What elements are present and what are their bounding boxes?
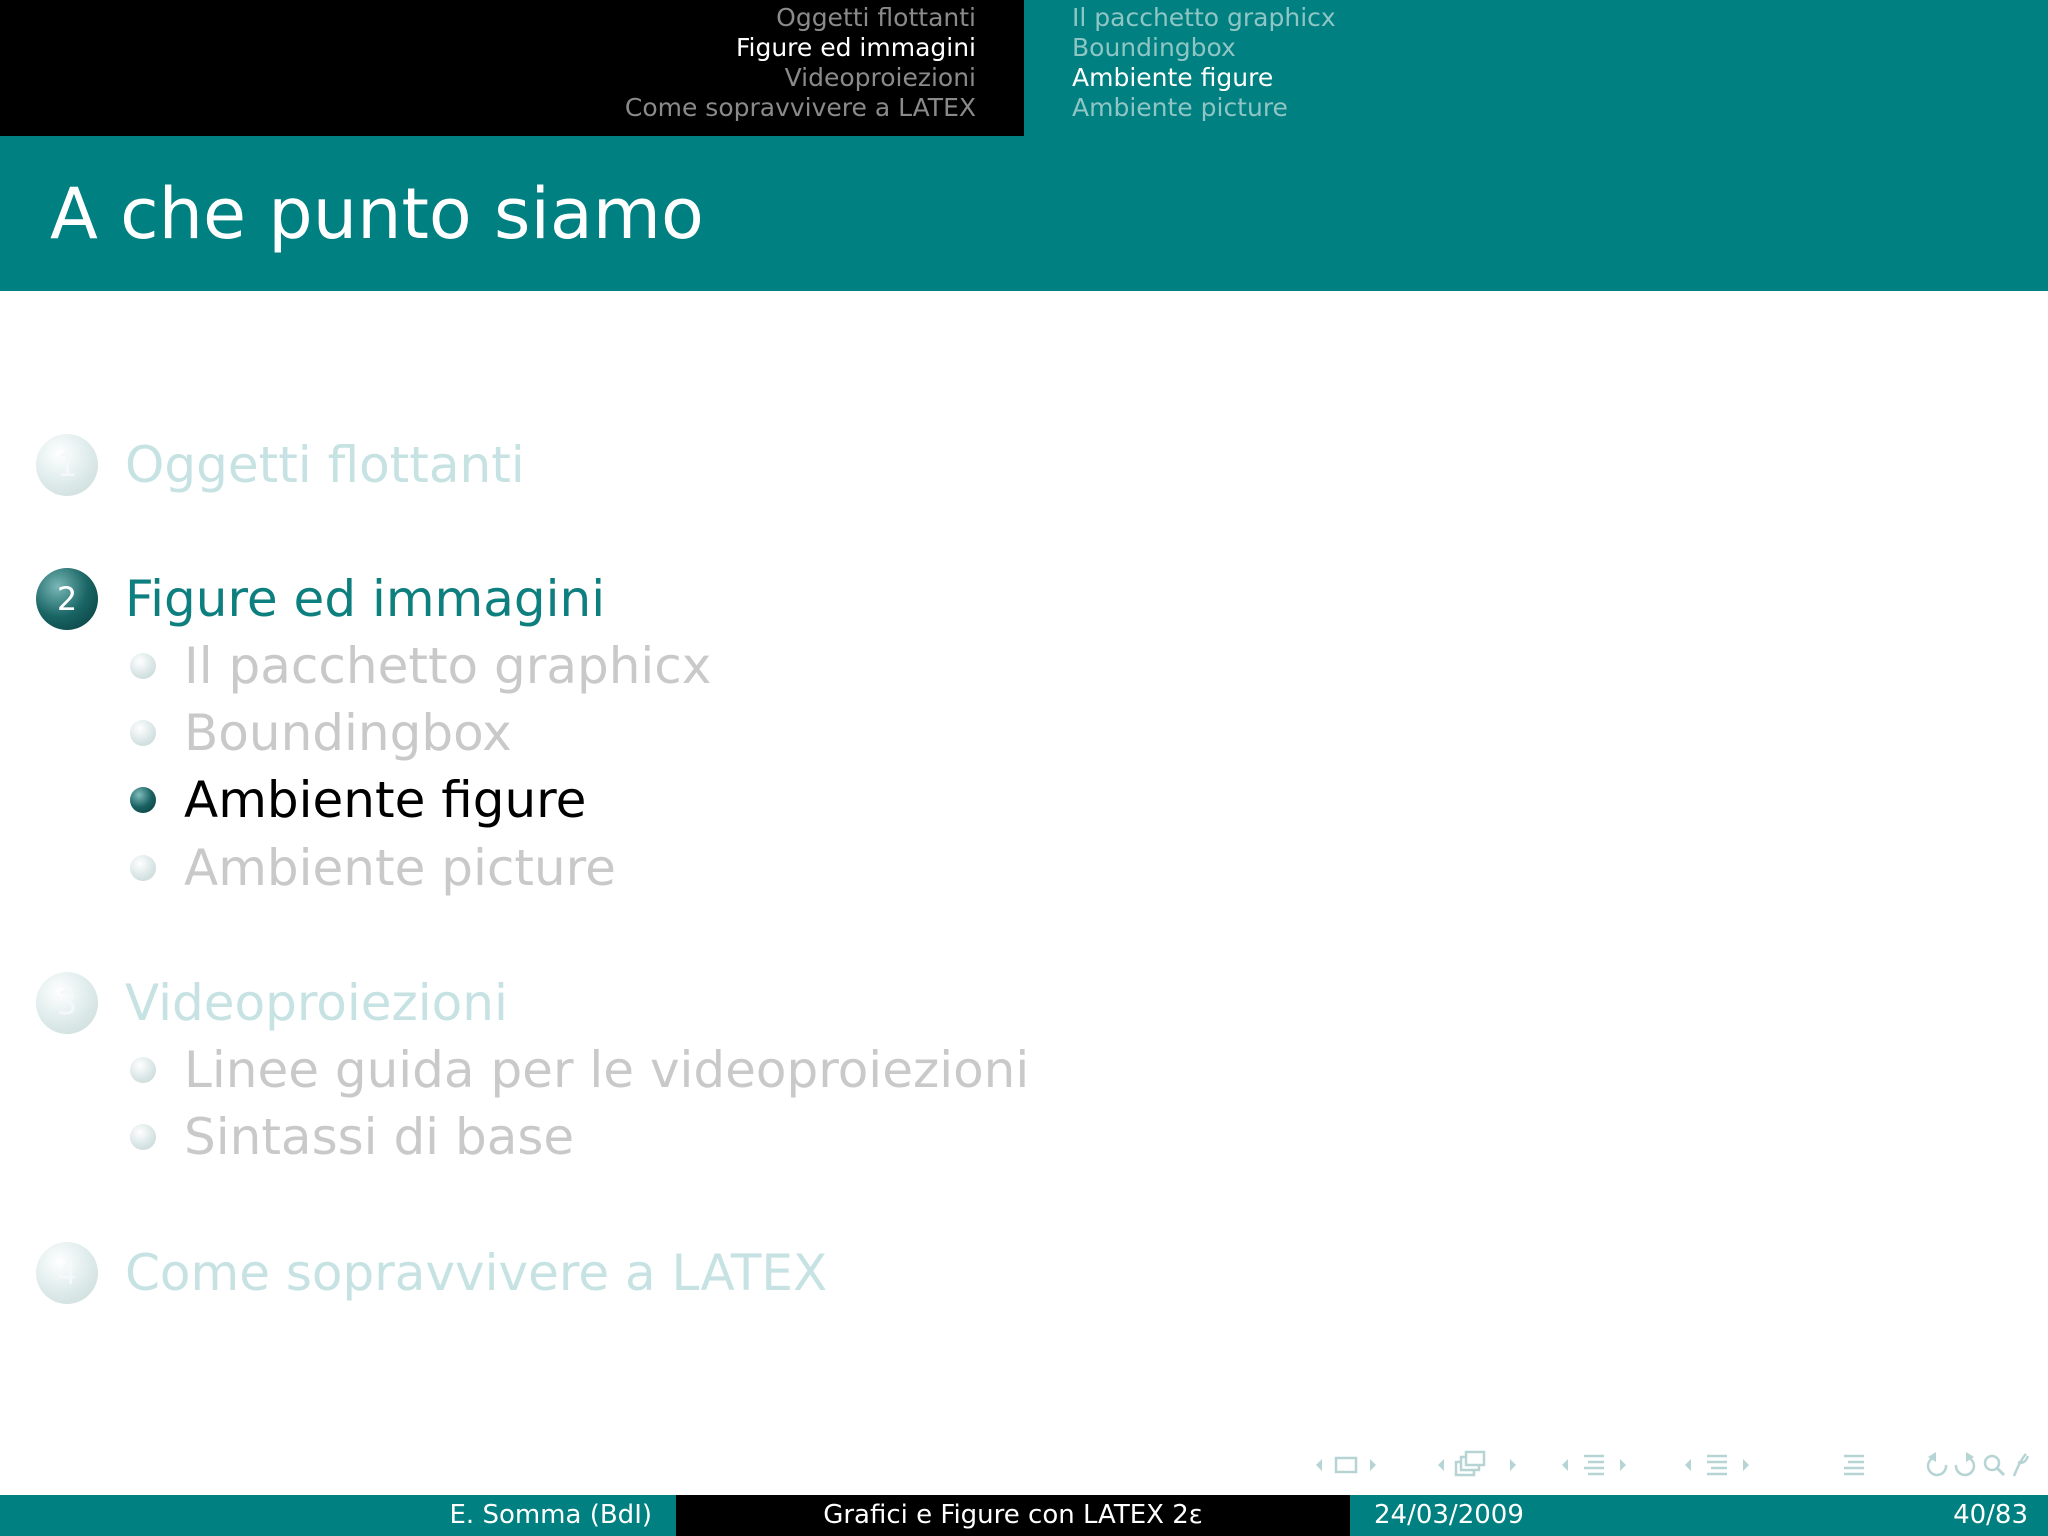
outline-section-1[interactable]: 1 Oggetti flottanti (36, 431, 525, 499)
bullet-icon (130, 653, 156, 679)
footer-page-number: 40/83 (1953, 1500, 2028, 1530)
bullet-icon (130, 1057, 156, 1083)
document-nav-icon[interactable] (1683, 1448, 1777, 1482)
subsection-label: Linee guida per le videoproiezioni (184, 1041, 1030, 1099)
subsection-label: Sintassi di base (184, 1108, 575, 1166)
nav-frame-group[interactable] (1314, 1448, 1394, 1482)
frame-title: A che punto siamo (50, 173, 704, 255)
nav-section-come-sopravvivere[interactable]: Come sopravvivere a LATEX (625, 93, 976, 123)
footer-date: 24/03/2009 (1374, 1500, 1524, 1530)
bullet-icon (130, 855, 156, 881)
footline: E. Somma (BdI) Grafici e Figure con LATE… (0, 1495, 2048, 1536)
nav-subsection-boundingbox[interactable]: Boundingbox (1072, 33, 1336, 63)
outline-section-3[interactable]: 3 Videoproiezioni (36, 969, 508, 1037)
section-label: Come sopravvivere a LATEX (125, 1244, 828, 1302)
back-search-icon[interactable] (1922, 1448, 2032, 1482)
nav-subsection-ambiente-figure[interactable]: Ambiente figure (1072, 63, 1336, 93)
frame-title-bar: A che punto siamo (0, 136, 2048, 291)
nav-section-videoproiezioni[interactable]: Videoproiezioni (625, 63, 976, 93)
outline-subsection-2-3[interactable]: Ambiente figure (130, 770, 586, 830)
header-subsection-nav: Il pacchetto graphicx Boundingbox Ambien… (1024, 0, 2048, 136)
footer-right: 24/03/2009 40/83 (1350, 1495, 2048, 1536)
outline-subsection-3-2[interactable]: Sintassi di base (130, 1107, 574, 1167)
section-number-ball: 1 (36, 434, 98, 496)
section-label: Figure ed immagini (125, 570, 606, 628)
section-number-ball: 3 (36, 972, 98, 1034)
outline-subsection-2-2[interactable]: Boundingbox (130, 703, 512, 763)
appendix-nav-icon[interactable] (1840, 1448, 1870, 1482)
section-label: Oggetti flottanti (125, 436, 525, 494)
subsection-label: Il pacchetto graphicx (184, 637, 712, 695)
section-nav-icon[interactable] (1560, 1448, 1654, 1482)
bullet-icon (130, 720, 156, 746)
subsection-label: Ambiente figure (184, 771, 587, 829)
outline-section-4[interactable]: 4 Come sopravvivere a LATEX (36, 1239, 827, 1307)
header-section-nav: Oggetti flottanti Figure ed immagini Vid… (0, 0, 1024, 136)
subsection-label: Boundingbox (184, 704, 512, 762)
outline-section-2[interactable]: 2 Figure ed immagini (36, 565, 605, 633)
nav-subsection-ambiente-picture[interactable]: Ambiente picture (1072, 93, 1336, 123)
nav-subsection-group[interactable] (1436, 1448, 1532, 1482)
nav-section-figure-ed-immagini[interactable]: Figure ed immagini (625, 33, 976, 63)
frame-nav-icon[interactable] (1314, 1448, 1394, 1482)
nav-section-oggetti-flottanti[interactable]: Oggetti flottanti (625, 3, 976, 33)
bullet-icon (130, 1124, 156, 1150)
footer-author: E. Somma (BdI) (0, 1495, 676, 1536)
nav-subsection-pacchetto-graphicx[interactable]: Il pacchetto graphicx (1072, 3, 1336, 33)
subsection-nav-icon[interactable] (1436, 1448, 1532, 1482)
nav-document-group[interactable] (1683, 1448, 1777, 1482)
nav-back-search[interactable] (1922, 1448, 2032, 1482)
outline-subsection-2-4[interactable]: Ambiente picture (130, 838, 616, 898)
outline-subsection-3-1[interactable]: Linee guida per le videoproiezioni (130, 1040, 1029, 1100)
footer-title: Grafici e Figure con LATEX 2ε (676, 1495, 1350, 1536)
section-number-ball: 2 (36, 568, 98, 630)
section-label: Videoproiezioni (125, 974, 508, 1032)
bullet-icon (130, 787, 156, 813)
nav-section-group[interactable] (1560, 1448, 1654, 1482)
nav-appendix[interactable] (1840, 1448, 1870, 1482)
outline-subsection-2-1[interactable]: Il pacchetto graphicx (130, 636, 711, 696)
subsection-label: Ambiente picture (184, 839, 616, 897)
section-number-ball: 4 (36, 1242, 98, 1304)
